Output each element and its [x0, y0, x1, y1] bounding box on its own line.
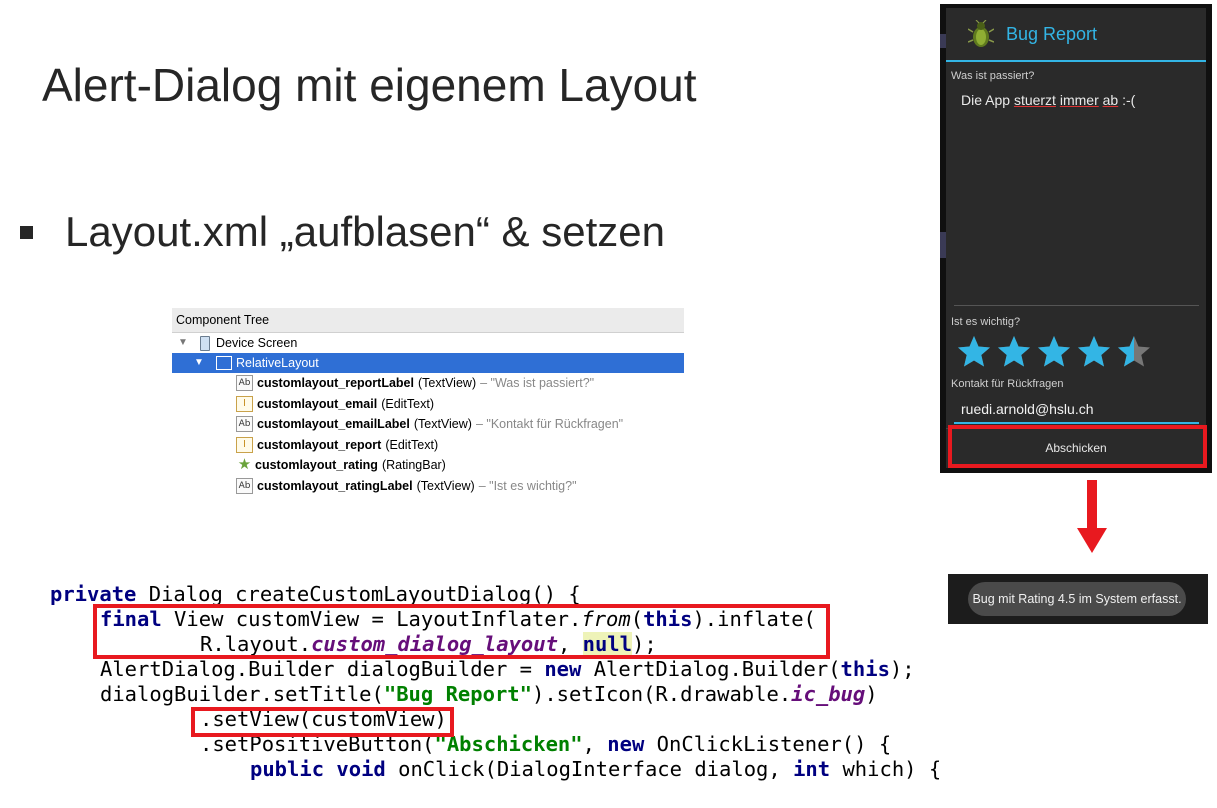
email-field[interactable]: ruedi.arnold@hslu.ch	[961, 401, 1094, 417]
tree-node-customlayout_ratingLabel[interactable]: Ab customlayout_ratingLabel (TextView) – "I…	[236, 476, 577, 496]
report-text-segment: Die App	[961, 92, 1014, 108]
edittext-icon: I	[236, 436, 253, 453]
bullet-square-icon	[20, 225, 33, 239]
tree-node-type: (EditText)	[385, 437, 439, 452]
rating-bar[interactable]	[956, 334, 1152, 370]
tree-node-hint: – "Was ist passiert?"	[480, 376, 595, 390]
code-line: AlertDialog.Builder dialogBuilder = new …	[100, 657, 915, 681]
report-text-segment: stuerzt	[1013, 92, 1056, 108]
textview-icon: Ab	[236, 375, 253, 391]
arrow-head-icon	[1077, 528, 1107, 553]
expand-triangle-icon[interactable]: ▼	[178, 333, 192, 353]
rating-star-icon[interactable]	[956, 334, 992, 370]
textview-icon: Ab	[236, 416, 253, 432]
report-text-segment: ab	[1102, 92, 1119, 108]
component-tree-panel: Component Tree ▼ Device Screen ▼ Relativ…	[172, 308, 684, 498]
tree-node-name: customlayout_email	[257, 396, 378, 411]
report-text-segment: :-(	[1118, 92, 1136, 108]
report-input[interactable]: Die App stuerzt immer ab :-(	[961, 92, 1135, 108]
layout-icon	[216, 356, 232, 370]
tree-node-type: (RatingBar)	[381, 458, 446, 472]
tree-node-customlayout_email[interactable]: Icustomlayout_email (EditText)	[236, 394, 434, 414]
code-line: public void onClick(DialogInterface dial…	[250, 757, 942, 781]
contact-label: Kontakt für Rückfragen	[951, 378, 1064, 390]
report-input-underline	[954, 305, 1199, 306]
component-tree-header: Component Tree	[172, 308, 684, 333]
rating-star-icon[interactable]	[1116, 334, 1152, 370]
tree-node-name: customlayout_reportLabel	[257, 376, 414, 390]
tree-node-type: (TextView)	[416, 478, 475, 493]
tree-node-relativelayout[interactable]: ▼ RelativeLayout	[172, 353, 684, 373]
bug-icon	[968, 20, 994, 47]
bullet-point: Layout.xml „aufblasen“ & setzen	[20, 208, 665, 256]
slide-title: Alert-Dialog mit eigenem Layout	[42, 59, 697, 111]
ratingbar-icon: ★	[237, 456, 252, 473]
report-text-segment: immer	[1059, 92, 1099, 108]
tree-node-type: (TextView)	[413, 417, 472, 431]
tree-node-hint: – "Ist es wichtig?"	[478, 478, 577, 493]
tree-node-customlayout_emailLabel[interactable]: Ab customlayout_emailLabel (TextView) – "Ko…	[236, 414, 623, 434]
tree-node-name: customlayout_emailLabel	[257, 417, 410, 431]
tree-node-customlayout_reportLabel[interactable]: Ab customlayout_reportLabel (TextView) – "W…	[236, 373, 594, 393]
expand-triangle-icon[interactable]: ▼	[194, 353, 208, 373]
rating-star-icon[interactable]	[1076, 334, 1112, 370]
tree-node-customlayout_rating[interactable]: ★ customlayout_rating (RatingBar)	[236, 455, 446, 475]
dialog-header: Bug Report	[946, 8, 1206, 62]
tree-node-type: (TextView)	[417, 376, 477, 390]
rating-label: Ist es wichtig?	[951, 316, 1021, 328]
tree-node-customlayout_report[interactable]: Icustomlayout_report (EditText)	[236, 435, 438, 455]
dialog-screenshot: Bug Report Was ist passiert? Die App stu…	[940, 4, 1212, 473]
bullet-text: Layout.xml „aufblasen“ & setzen	[65, 208, 665, 255]
dialog-title: Bug Report	[1006, 24, 1098, 44]
tree-node-label: Device Screen	[216, 336, 298, 350]
highlight-box-inflate	[93, 604, 830, 659]
tree-node-hint: – "Kontakt für Rückfragen"	[475, 417, 624, 431]
tree-node-name: customlayout_rating	[255, 458, 378, 472]
rating-star-icon[interactable]	[1036, 334, 1072, 370]
device-icon	[200, 335, 210, 351]
tree-node-name: customlayout_ratingLabel	[257, 478, 413, 493]
report-label: Was ist passiert?	[951, 70, 1035, 82]
arrow-down-icon	[1087, 480, 1097, 530]
code-line: dialogBuilder.setTitle("Bug Report").set…	[100, 682, 878, 706]
toast-message: Bug mit Rating 4.5 im System erfasst.	[968, 582, 1186, 616]
rating-star-icon[interactable]	[996, 334, 1032, 370]
textview-icon: Ab	[236, 477, 253, 494]
tree-node-device-screen[interactable]: ▼ Device Screen	[172, 333, 297, 353]
tree-node-type: (EditText)	[381, 396, 434, 411]
edittext-icon: I	[236, 395, 253, 412]
alert-dialog: Bug Report Was ist passiert? Die App stu…	[946, 8, 1206, 468]
highlight-box-setview	[191, 707, 454, 737]
tree-node-label: RelativeLayout	[236, 356, 319, 370]
toast-screenshot: Bug mit Rating 4.5 im System erfasst.	[948, 574, 1208, 624]
tree-node-name: customlayout_report	[257, 437, 382, 452]
highlight-box-button	[948, 425, 1207, 468]
email-field-underline	[954, 422, 1199, 424]
